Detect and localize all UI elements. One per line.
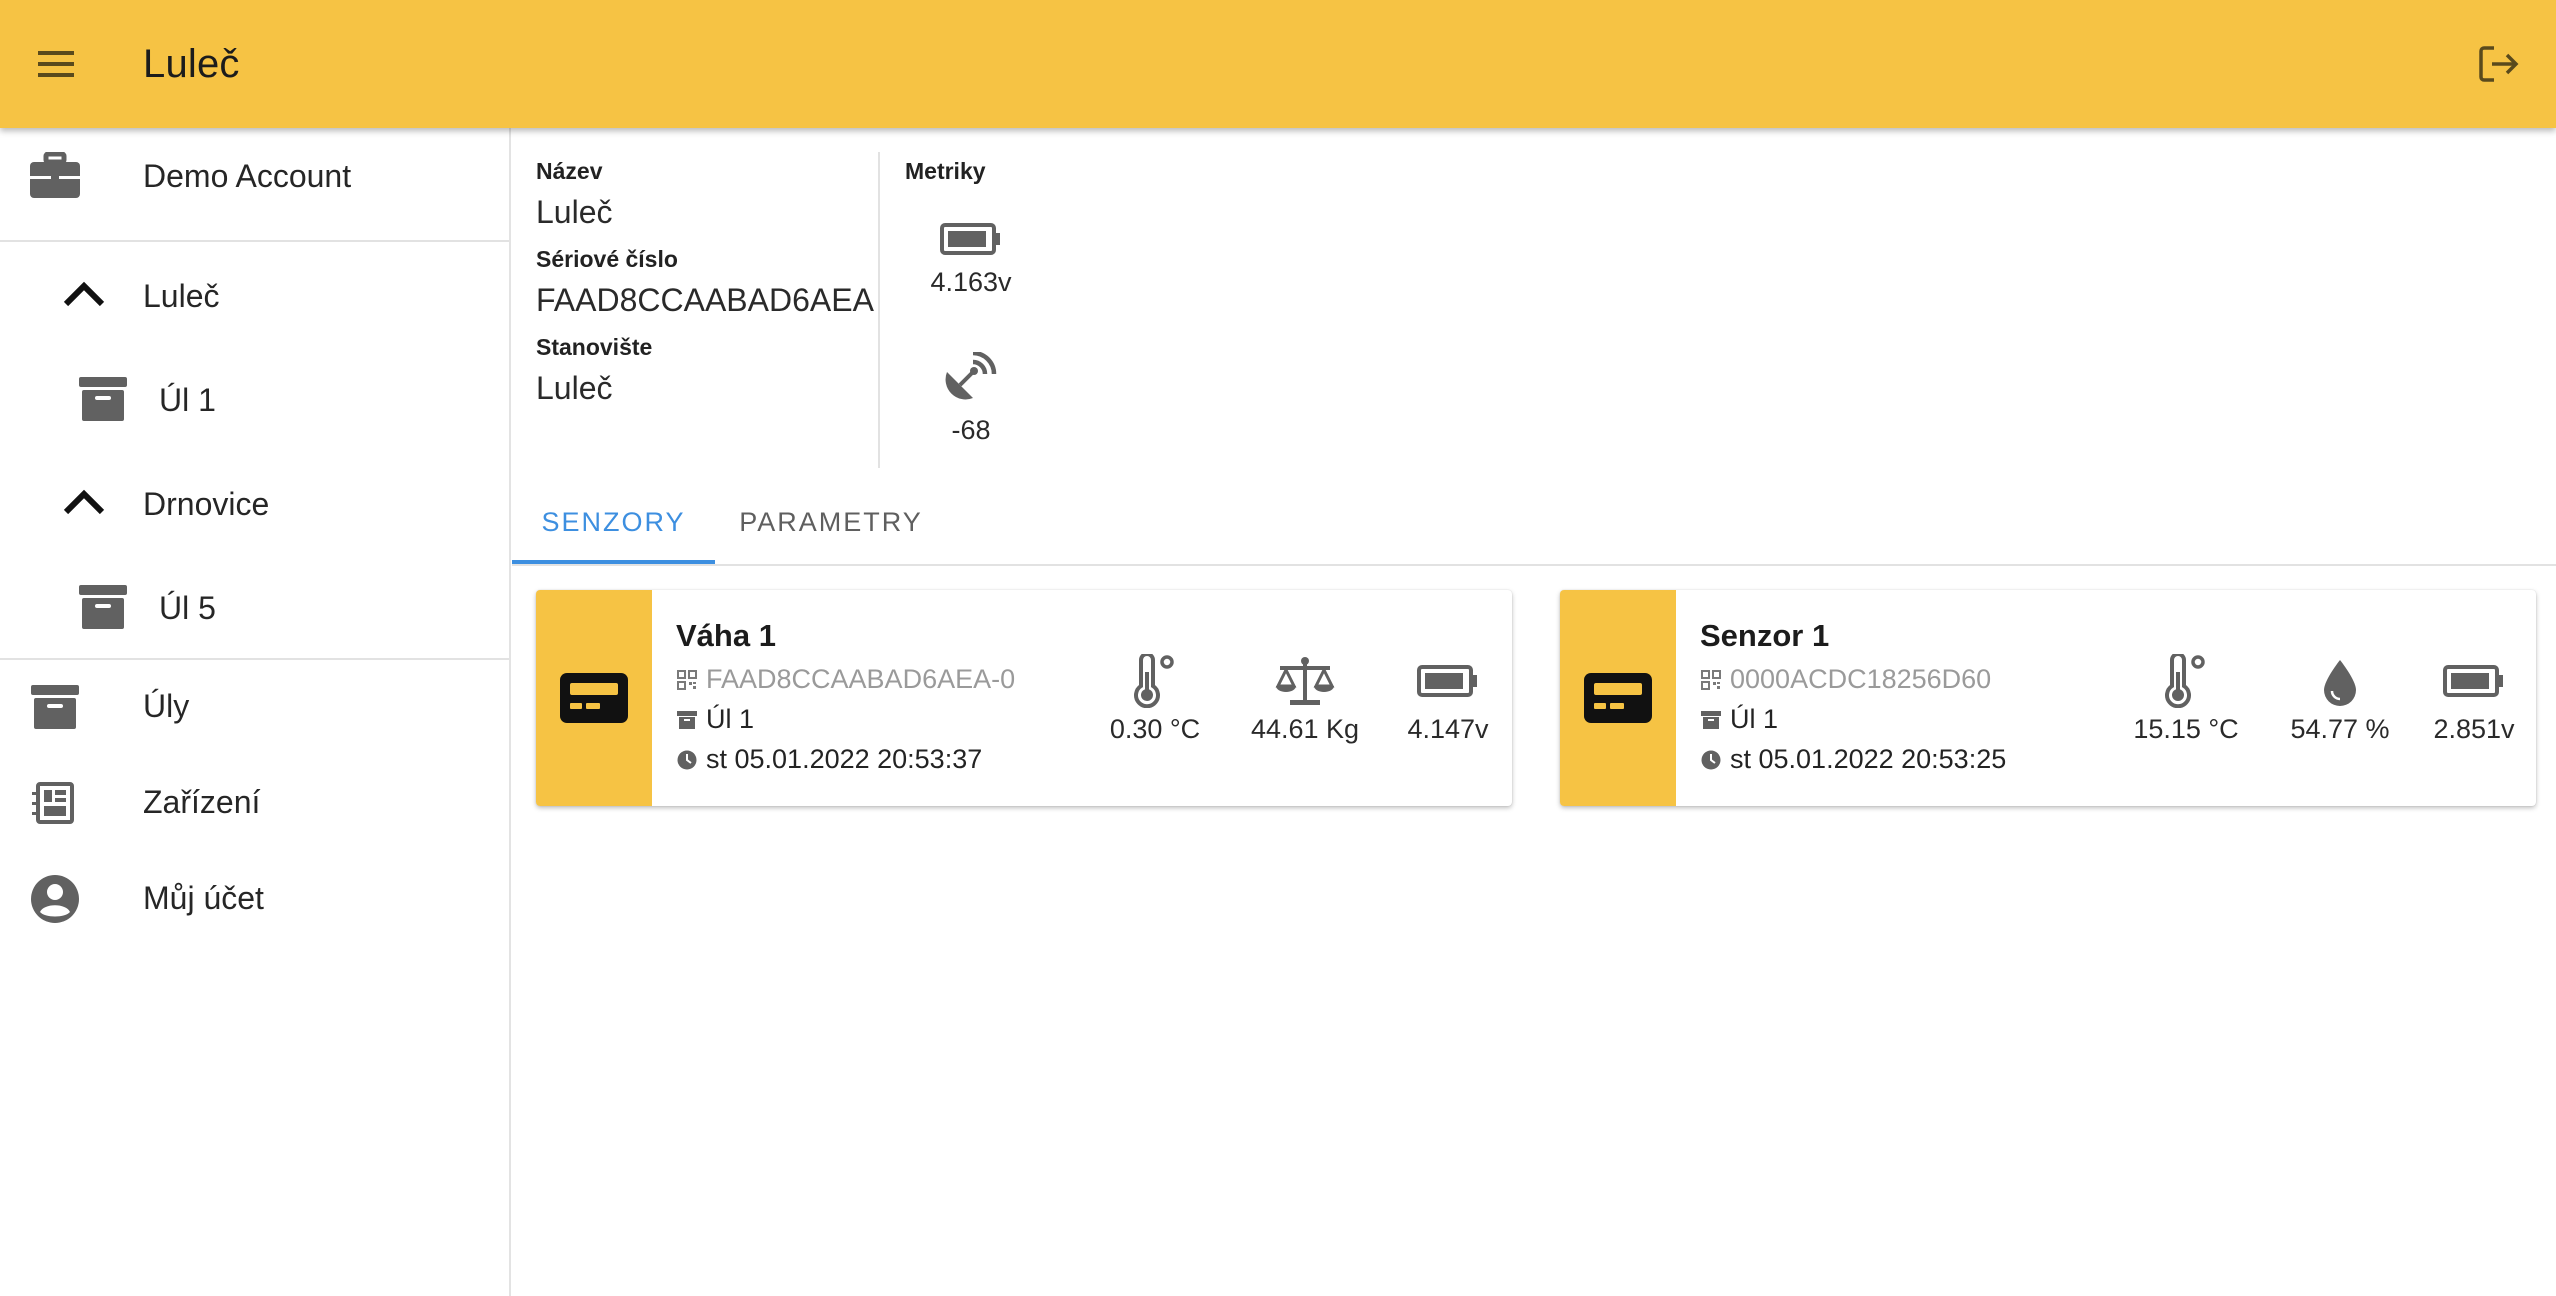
sidebar-item-hive[interactable]: Úl 1 — [0, 352, 509, 448]
logout-button[interactable] — [2470, 34, 2530, 94]
sensor-serial: 0000ACDC18256D60 — [1730, 664, 1992, 694]
sidebar: Demo Account Luleč Úl 1 Drnovice Úl 5 Úl… — [0, 128, 511, 1296]
sensor-name: Váha 1 — [676, 618, 776, 653]
briefcase-icon — [28, 152, 82, 200]
battery-metric: 2.851v — [2416, 650, 2532, 745]
thermometer-icon — [1134, 654, 1174, 708]
device-icon — [32, 780, 78, 826]
sensor-name: Senzor 1 — [1700, 618, 1830, 653]
battery-value: 4.147v — [1407, 714, 1489, 744]
archive-icon — [30, 684, 80, 730]
weight-value: 44.61 Kg — [1250, 714, 1360, 744]
battery-icon — [2443, 665, 2503, 697]
pager-device-icon — [1584, 673, 1652, 723]
sidebar-item-my-account[interactable]: Můj účet — [0, 850, 509, 946]
battery-metric: 4.147v — [1388, 650, 1508, 745]
sensor-time-row: st 05.01.2022 20:53:37 — [676, 744, 982, 775]
sidebar-item-label: Můj účet — [143, 880, 264, 916]
temperature-value: 0.30 °C — [1109, 714, 1201, 744]
chevron-up-icon — [62, 488, 106, 516]
qr-code-icon — [676, 669, 698, 691]
metrics-label: Metriky — [905, 158, 986, 184]
sidebar-item-label: Úly — [143, 688, 190, 724]
sidebar-group-label: Luleč — [143, 278, 220, 314]
page-title: Luleč — [143, 42, 240, 86]
location-label: Stanovište — [536, 334, 653, 360]
info-divider — [878, 152, 880, 468]
account-circle-icon — [30, 874, 80, 924]
sidebar-divider — [0, 240, 509, 242]
sidebar-item-hives[interactable]: Úly — [0, 658, 509, 754]
sensor-hive-row: Úl 1 — [1700, 704, 1778, 735]
sensor-hive-row: Úl 1 — [676, 704, 754, 735]
satellite-signal-icon — [945, 350, 997, 400]
pager-device-icon — [560, 673, 628, 723]
sidebar-group-drnovice[interactable]: Drnovice — [0, 456, 509, 552]
battery-metric: 4.163v — [906, 222, 1036, 298]
archive-icon — [78, 376, 128, 422]
serial-value: FAAD8CCAABAD6AEA — [536, 282, 874, 318]
sidebar-group-label: Drnovice — [143, 486, 270, 522]
sensor-serial: FAAD8CCAABAD6AEA-0 — [706, 664, 1016, 694]
sidebar-item-hive[interactable]: Úl 5 — [0, 560, 509, 656]
battery-value: 2.851v — [2433, 714, 2515, 744]
sensor-card[interactable]: Váha 1 FAAD8CCAABAD6AEA-0 Úl 1 st 05.01.… — [536, 590, 1512, 806]
tab-parameters[interactable]: PARAMETRY — [715, 480, 947, 564]
chevron-up-icon — [62, 280, 106, 308]
weight-metric: 44.61 Kg — [1230, 650, 1380, 745]
battery-icon — [1417, 665, 1477, 697]
qr-code-icon — [1700, 669, 1722, 691]
sensor-serial-row: 0000ACDC18256D60 — [1700, 664, 1991, 695]
archive-icon — [676, 709, 698, 731]
humidity-metric: 54.77 % — [2270, 650, 2410, 745]
sidebar-item-label: Úl 5 — [159, 590, 216, 626]
sensor-time-row: st 05.01.2022 20:53:25 — [1700, 744, 2006, 775]
sensor-hive: Úl 1 — [706, 704, 755, 734]
signal-metric: -68 — [906, 350, 1036, 446]
name-value: Luleč — [536, 194, 613, 230]
scale-icon — [1275, 657, 1335, 705]
archive-icon — [1700, 709, 1722, 731]
sensor-serial-row: FAAD8CCAABAD6AEA-0 — [676, 664, 1015, 695]
sidebar-item-label: Zařízení — [143, 784, 261, 820]
hamburger-menu-icon — [38, 51, 74, 77]
location-value: Luleč — [536, 370, 613, 406]
clock-icon — [1700, 749, 1722, 771]
serial-label: Sériové číslo — [536, 246, 678, 272]
sensor-card[interactable]: Senzor 1 0000ACDC18256D60 Úl 1 st 05.01.… — [1560, 590, 2536, 806]
archive-icon — [78, 584, 128, 630]
tab-sensors[interactable]: SENZORY — [512, 480, 715, 564]
humidity-drop-icon — [2324, 660, 2356, 706]
signal-value: -68 — [951, 415, 991, 445]
tab-bar: SENZORY PARAMETRY — [512, 480, 2556, 566]
sidebar-item-label: Demo Account — [143, 158, 352, 194]
sidebar-group-lulec[interactable]: Luleč — [0, 248, 509, 344]
sensor-timestamp: st 05.01.2022 20:53:25 — [1730, 744, 2007, 774]
sidebar-item-label: Úl 1 — [159, 382, 216, 418]
name-label: Název — [536, 158, 603, 184]
sensor-card-strip — [1560, 590, 1676, 806]
sidebar-item-account[interactable]: Demo Account — [0, 128, 509, 224]
sidebar-item-devices[interactable]: Zařízení — [0, 754, 509, 850]
menu-button[interactable] — [24, 36, 88, 92]
logout-icon — [2479, 46, 2519, 82]
thermometer-icon — [2165, 654, 2205, 708]
battery-icon — [940, 223, 1000, 255]
temperature-metric: 0.30 °C — [1090, 650, 1220, 745]
active-tab-indicator — [512, 560, 715, 564]
battery-value: 4.163v — [930, 267, 1012, 297]
sensor-hive: Úl 1 — [1730, 704, 1779, 734]
sensor-timestamp: st 05.01.2022 20:53:37 — [706, 744, 983, 774]
temperature-metric: 15.15 °C — [2116, 650, 2256, 745]
humidity-value: 54.77 % — [2290, 714, 2390, 744]
app-bar: Luleč — [0, 0, 2556, 128]
temperature-value: 15.15 °C — [2133, 714, 2239, 744]
sensor-card-strip — [536, 590, 652, 806]
clock-icon — [676, 749, 698, 771]
